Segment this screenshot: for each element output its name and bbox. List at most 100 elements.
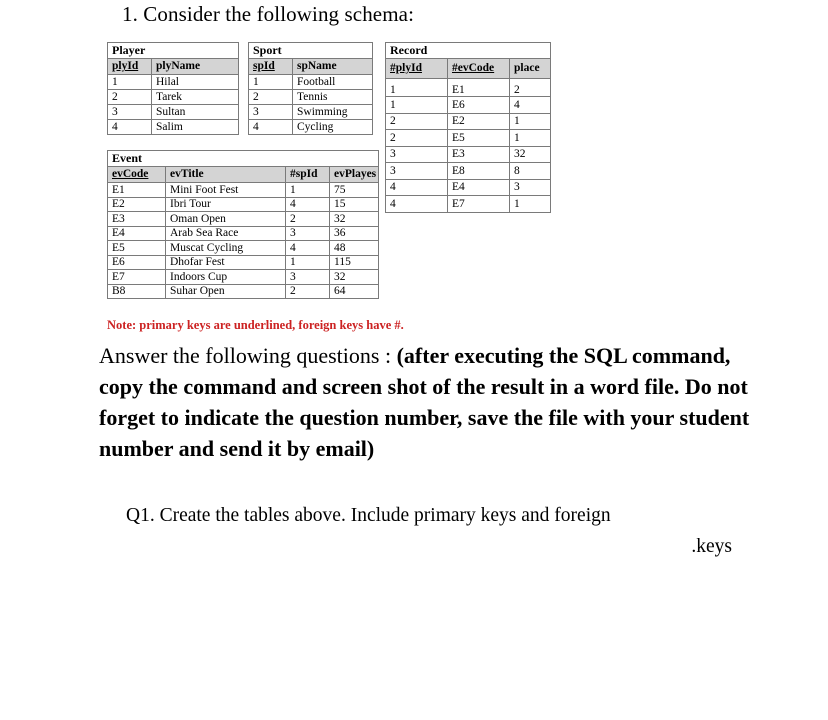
cell-evcode: E6 <box>107 254 166 270</box>
table-row: 4 Cycling <box>248 119 374 135</box>
table-row: 2 Tennis <box>248 89 374 105</box>
column-header-spid-label: spId <box>253 60 275 73</box>
table-row: E5 Muscat Cycling 4 48 <box>107 240 379 256</box>
cell-spid: 4 <box>248 119 293 135</box>
table-row: E3 Oman Open 2 32 <box>107 211 379 227</box>
player-table-title: Player <box>106 42 240 59</box>
table-title-row: Event <box>107 150 379 167</box>
table-row: E6 Dhofar Fest 1 115 <box>107 254 379 270</box>
cell-plyid: 4 <box>107 119 152 135</box>
cell-plyid: 2 <box>107 89 152 105</box>
cell-place: 4 <box>508 96 552 114</box>
cell-spname: Swimming <box>291 104 374 120</box>
cell-plyname: Sultan <box>150 104 240 120</box>
table-row: 3 E3 32 <box>385 145 552 163</box>
table-row: 1 Football <box>248 74 374 90</box>
page-title: 1. Consider the following schema: <box>122 2 414 26</box>
cell-evplayes: 15 <box>329 196 379 212</box>
column-header-plyid-label: plyId <box>112 60 139 73</box>
sport-table: Sport spId spName 1 Football 2 Tennis 3 … <box>247 42 374 135</box>
table-row: 1 E1 2 <box>385 78 552 97</box>
cell-place: 3 <box>508 178 552 196</box>
cell-evcode: B8 <box>107 283 166 299</box>
table-row: 3 Swimming <box>248 104 374 120</box>
cell-spname: Tennis <box>291 89 374 105</box>
table-row: 3 E8 8 <box>385 162 552 180</box>
column-header-plyid-fk-label: #plyId <box>390 62 422 75</box>
cell-evcode: E4 <box>447 178 510 196</box>
record-table: Record #plyId #evCode place 1 E1 2 1 E6 … <box>384 42 552 213</box>
cell-spid: 2 <box>285 211 330 227</box>
cell-place: 32 <box>508 145 552 163</box>
question-1-line-1: Q1. Create the tables above. Include pri… <box>126 505 611 526</box>
table-row: 2 E5 1 <box>385 129 552 147</box>
cell-plyid: 2 <box>385 129 448 147</box>
table-row: 2 Tarek <box>107 89 240 105</box>
table-row: 3 Sultan <box>107 104 240 120</box>
cell-evplayes: 64 <box>329 283 379 299</box>
cell-evcode: E7 <box>447 195 510 213</box>
table-header-row: #plyId #evCode place <box>385 58 552 79</box>
cell-spid: 3 <box>285 225 330 241</box>
cell-spid: 1 <box>285 254 330 270</box>
cell-evtitle: Arab Sea Race <box>165 225 286 241</box>
cell-evtitle: Ibri Tour <box>165 196 286 212</box>
cell-evtitle: Indoors Cup <box>165 269 286 285</box>
cell-spid: 2 <box>248 89 293 105</box>
table-title-row: Player <box>106 42 240 59</box>
table-row: 4 E7 1 <box>385 195 552 213</box>
table-row: 2 E2 1 <box>385 112 552 130</box>
event-table: Event evCode evTitle #spId evPlayes E1 M… <box>107 150 379 299</box>
table-row: 4 Salim <box>107 119 240 135</box>
cell-evcode: E5 <box>447 129 510 147</box>
cell-evcode: E8 <box>447 162 510 180</box>
cell-evplayes: 36 <box>329 225 379 241</box>
cell-place: 1 <box>508 195 552 213</box>
table-row: E1 Mini Foot Fest 1 75 <box>107 182 379 198</box>
column-header-plyid: plyId <box>107 58 152 75</box>
cell-spname: Cycling <box>291 119 374 135</box>
cell-plyid: 1 <box>385 78 448 97</box>
column-header-evcode-fk: #evCode <box>447 58 510 79</box>
table-row: B8 Suhar Open 2 64 <box>107 283 379 299</box>
table-row: E7 Indoors Cup 3 32 <box>107 269 379 285</box>
cell-spname: Football <box>291 74 374 90</box>
cell-evplayes: 32 <box>329 269 379 285</box>
cell-evcode: E7 <box>107 269 166 285</box>
cell-evcode: E1 <box>107 182 166 198</box>
table-title-row: Record <box>384 42 552 59</box>
cell-evcode: E1 <box>447 78 510 97</box>
cell-spid: 2 <box>285 283 330 299</box>
column-header-evcode-label: evCode <box>112 168 149 181</box>
cell-spid: 4 <box>285 240 330 256</box>
table-title-row: Sport <box>247 42 374 59</box>
column-header-plyid-fk: #plyId <box>385 58 448 79</box>
record-table-title: Record <box>384 42 552 59</box>
cell-spid: 4 <box>285 196 330 212</box>
cell-plyname: Tarek <box>150 89 240 105</box>
column-header-evcode: evCode <box>107 166 166 183</box>
cell-evtitle: Muscat Cycling <box>165 240 286 256</box>
cell-evcode: E5 <box>107 240 166 256</box>
cell-evtitle: Mini Foot Fest <box>165 182 286 198</box>
cell-plyid: 3 <box>107 104 152 120</box>
cell-plyid: 1 <box>107 74 152 90</box>
column-header-evcode-fk-label: #evCode <box>452 62 495 75</box>
schema-key-note: Note: primary keys are underlined, forei… <box>107 318 404 332</box>
table-header-row: spId spName <box>248 58 374 75</box>
cell-spid: 1 <box>285 182 330 198</box>
column-header-evplayes: evPlayes <box>329 166 379 183</box>
column-header-spid-fk: #spId <box>285 166 330 183</box>
cell-evtitle: Dhofar Fest <box>165 254 286 270</box>
cell-evtitle: Oman Open <box>165 211 286 227</box>
cell-place: 2 <box>508 78 552 97</box>
cell-place: 8 <box>508 162 552 180</box>
cell-spid: 3 <box>248 104 293 120</box>
cell-evtitle: Suhar Open <box>165 283 286 299</box>
cell-evplayes: 32 <box>329 211 379 227</box>
cell-evcode: E3 <box>107 211 166 227</box>
cell-spid: 3 <box>285 269 330 285</box>
table-row: 4 E4 3 <box>385 178 552 196</box>
table-row: 1 Hilal <box>107 74 240 90</box>
column-header-plyname: plyName <box>150 58 240 75</box>
